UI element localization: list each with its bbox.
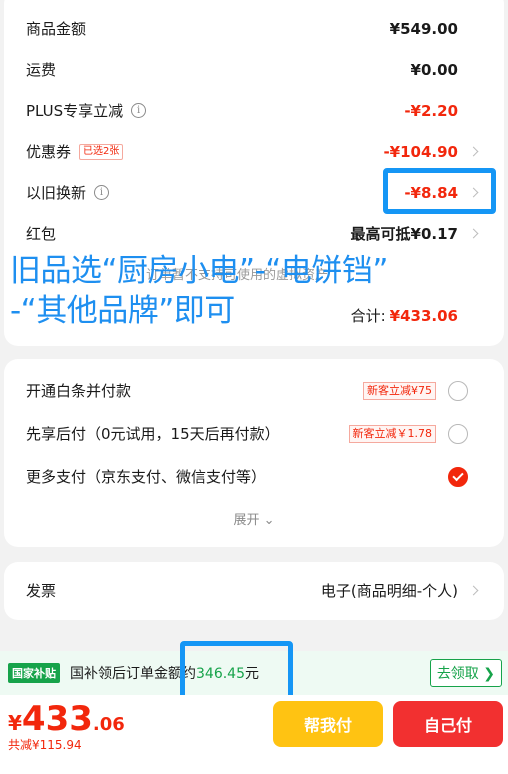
annotation-line-1: 旧品选“厨房小电”-“电饼铛”: [10, 253, 388, 289]
invoice-row[interactable]: 发票 电子(商品明细-个人): [4, 570, 504, 611]
coupon-value: -¥104.90: [383, 142, 458, 161]
payment-baitiao-label: 开通白条并付款: [26, 382, 132, 400]
payment-later-row[interactable]: 先享后付（0元试用，15天后再付款） 新客立减￥1.78: [4, 413, 504, 454]
redpacket-label: 红包: [26, 225, 57, 243]
total-saved: 共减¥115.94: [8, 738, 82, 752]
claim-subsidy-button[interactable]: 去领取 ❯: [429, 659, 502, 687]
shipping-value: ¥0.00: [410, 60, 458, 79]
self-pay-button[interactable]: 自己付: [393, 701, 503, 747]
baitiao-promo-tag: 新客立减¥75: [363, 381, 436, 400]
chevron-right-icon: [466, 225, 484, 243]
annotation-line-2: -“其他品牌”即可: [10, 293, 235, 329]
total-label: 合计:: [350, 307, 386, 325]
total-value: ¥433.06: [389, 306, 458, 325]
chevron-right-icon: [466, 143, 484, 161]
later-radio[interactable]: [448, 423, 468, 444]
payment-more-label: 更多支付（京东支付、微信支付等）: [26, 468, 267, 486]
plus-discount-row: PLUS专享立减 i -¥2.20: [4, 90, 504, 131]
payment-baitiao-row[interactable]: 开通白条并付款 新客立减¥75: [4, 370, 504, 411]
shipping-label: 运费: [26, 61, 57, 79]
goods-amount-label: 商品金额: [26, 20, 87, 38]
goods-amount-value: ¥549.00: [389, 19, 458, 38]
invoice-card[interactable]: 发票 电子(商品明细-个人): [4, 562, 504, 620]
subsidy-prefix: 国补领后订单金额约: [70, 666, 196, 682]
plus-discount-label: PLUS专享立减: [26, 102, 124, 120]
info-icon[interactable]: i: [131, 103, 147, 118]
more-radio-checked[interactable]: [448, 466, 468, 487]
plus-discount-value: -¥2.20: [404, 101, 458, 120]
price-decimal: .06: [92, 714, 125, 735]
coupon-label: 优惠券: [26, 143, 72, 161]
redpacket-row[interactable]: 红包 最高可抵¥0.17: [4, 213, 504, 254]
expand-button[interactable]: 展开 ⌄: [4, 509, 504, 528]
baitiao-radio[interactable]: [448, 380, 468, 401]
invoice-label: 发票: [26, 582, 57, 600]
bottom-action-bar: ¥433.06 共减¥115.94 帮我付 自己付: [0, 695, 508, 774]
payment-more-row[interactable]: 更多支付（京东支付、微信支付等）: [4, 456, 504, 497]
shipping-row: 运费 ¥0.00: [4, 49, 504, 90]
price-currency: ¥: [8, 711, 22, 735]
payment-later-label: 先享后付（0元试用，15天后再付款）: [26, 425, 280, 443]
later-promo-tag: 新客立减￥1.78: [348, 424, 436, 443]
tradein-highlight-box: [383, 168, 496, 214]
coupon-selected-tag: 已选2张: [79, 143, 124, 160]
invoice-value: 电子(商品明细-个人): [320, 582, 458, 600]
redpacket-value: 最高可抵¥0.17: [350, 225, 458, 243]
price-integer: 433: [21, 699, 93, 739]
help-pay-button[interactable]: 帮我付: [273, 701, 383, 747]
info-icon[interactable]: i: [94, 185, 110, 200]
coupon-row[interactable]: 优惠券 已选2张 -¥104.90: [4, 131, 504, 172]
chevron-right-icon: [466, 582, 484, 600]
goods-amount-row: 商品金额 ¥549.00: [4, 8, 504, 49]
tradein-label: 以旧换新: [26, 184, 87, 202]
payment-card: 开通白条并付款 新客立减¥75 先享后付（0元试用，15天后再付款） 新客立减￥…: [4, 359, 504, 547]
national-subsidy-badge: 国家补贴: [8, 663, 60, 683]
bottom-total-price: ¥433.06: [8, 699, 125, 739]
